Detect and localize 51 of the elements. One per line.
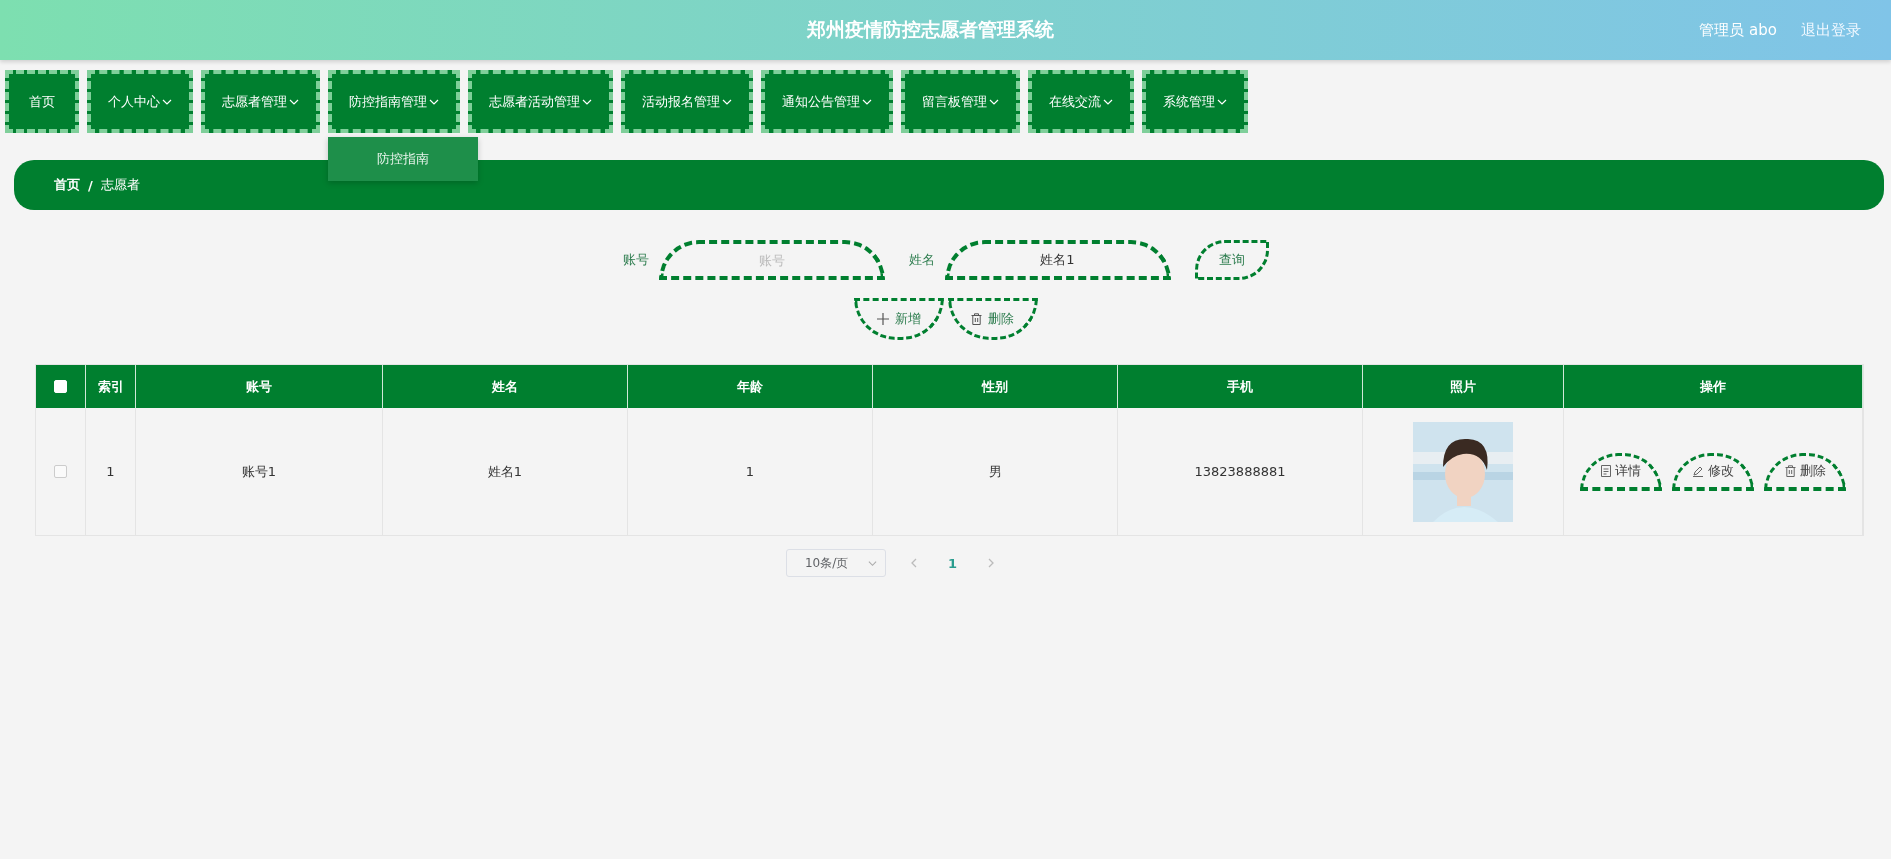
document-icon — [1601, 465, 1611, 477]
chevron-down-icon — [867, 558, 877, 568]
table-cell: 男 — [873, 408, 1118, 535]
column-header: 性别 — [873, 365, 1118, 408]
breadcrumb-separator: / — [88, 177, 93, 193]
nav-menu-item[interactable]: 志愿者管理 — [201, 70, 320, 133]
column-header: 年龄 — [628, 365, 873, 408]
search-field[interactable]: 姓名1 — [944, 240, 1171, 280]
page-number[interactable]: 1 — [941, 555, 963, 571]
pencil-icon — [1692, 465, 1704, 477]
column-header: 索引 — [86, 365, 136, 408]
app-title: 郑州疫情防控志愿者管理系统 — [807, 17, 1054, 42]
nav-menu-item[interactable]: 个人中心 — [87, 70, 193, 133]
search-button[interactable]: 查询 — [1194, 240, 1269, 280]
nav-menu-item[interactable]: 活动报名管理 — [621, 70, 753, 133]
edit-button[interactable]: 修改 — [1672, 452, 1754, 491]
trash-icon — [971, 313, 982, 325]
nav-menu-item[interactable]: 志愿者活动管理 — [468, 70, 613, 133]
trash-icon — [1784, 465, 1796, 477]
column-header: 照片 — [1363, 365, 1564, 408]
table-cell: 1 — [628, 408, 873, 535]
nav-menu-item[interactable]: 系统管理 — [1142, 70, 1248, 133]
field-label: 姓名 — [908, 251, 935, 269]
nav-menu-item[interactable]: 首页 — [5, 70, 79, 133]
plus-icon — [876, 313, 889, 325]
user-label: 管理员 abo — [1699, 20, 1777, 40]
previous-page-button[interactable] — [909, 558, 918, 568]
nav-menu-item[interactable]: 防控指南管理 — [328, 70, 460, 133]
add-button[interactable]: 新增 — [853, 298, 944, 340]
column-header: 操作 — [1564, 365, 1863, 408]
nav-menu-item[interactable]: 在线交流 — [1028, 70, 1134, 133]
next-page-button[interactable] — [987, 558, 995, 568]
field-label: 账号 — [622, 251, 649, 269]
table-cell: 1 — [86, 408, 136, 535]
breadcrumb-item[interactable]: 首页 — [54, 176, 80, 194]
column-header: 姓名 — [383, 365, 628, 408]
table-cell: 姓名1 — [383, 408, 628, 535]
column-header: 手机 — [1118, 365, 1363, 408]
page-size-select[interactable]: 10条/页 — [785, 549, 886, 577]
detail-button[interactable]: 详情 — [1580, 452, 1662, 491]
table-cell: 13823888881 — [1118, 408, 1363, 535]
delete-button[interactable]: 删除 — [1764, 452, 1846, 491]
column-header: 账号 — [136, 365, 383, 408]
delete-button[interactable]: 删除 — [947, 298, 1038, 340]
dropdown-item[interactable]: 防控指南 — [328, 137, 478, 181]
nav-menu-item[interactable]: 留言板管理 — [901, 70, 1020, 133]
table-cell: 账号1 — [136, 408, 383, 535]
select-all-checkbox[interactable] — [54, 380, 67, 393]
row-checkbox[interactable] — [54, 465, 67, 478]
breadcrumb-item: 志愿者 — [100, 176, 140, 194]
nav-menu-item[interactable]: 通知公告管理 — [761, 70, 893, 133]
